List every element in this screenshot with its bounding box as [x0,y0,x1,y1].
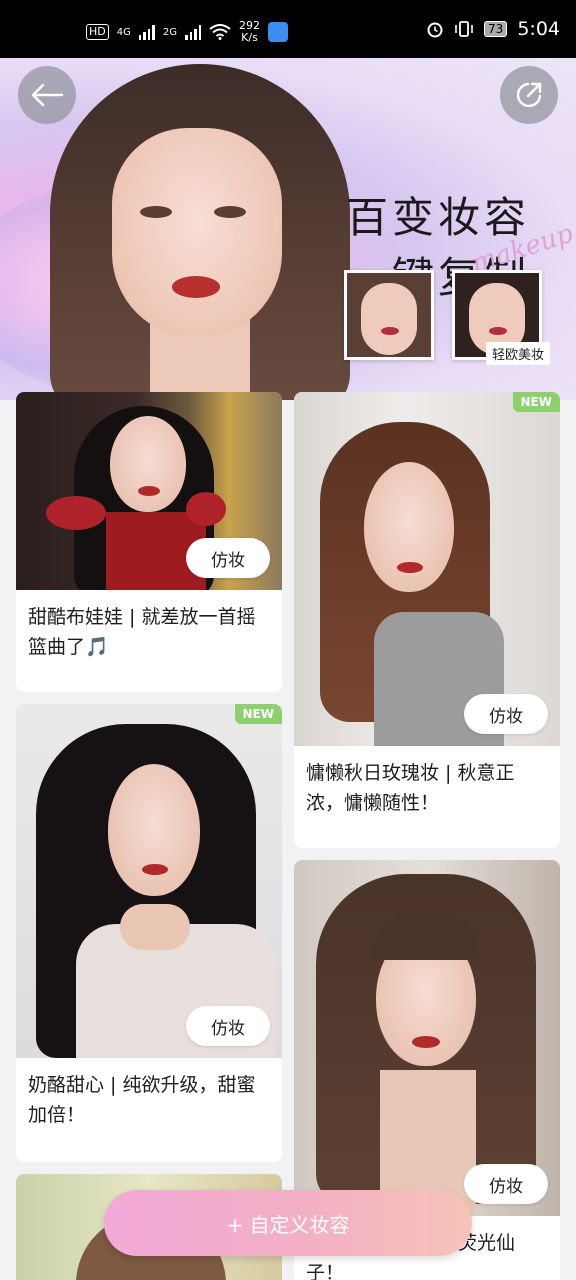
card-caption: 慵懒秋日玫瑰妆 | 秋意正浓，慵懒随性！ [306,762,515,814]
thumb1-face [361,283,417,355]
hero-style-tag: 轻欧美妆 [486,342,551,365]
back-button[interactable] [18,66,76,124]
hero-model-eye-left [140,206,172,218]
alarm-icon [427,22,443,38]
card4-bangs [372,916,480,960]
card-caption: 甜酷布娃娃 | 就差放一首摇篮曲了🎵 [28,606,256,658]
hero-thumbnail-1 [344,270,434,360]
thumb2-lips [489,327,507,335]
copy-makeup-button[interactable]: 仿妆 [464,1164,548,1204]
copy-makeup-button[interactable]: 仿妆 [186,1006,270,1046]
card3-face [108,764,200,896]
makeup-card[interactable]: NEW 仿妆 慵懒秋日玫瑰妆 | 秋意正浓，慵懒随性！ [294,392,560,848]
card-photo [294,392,560,746]
signal2-icon [185,24,201,40]
new-badge: NEW [234,704,282,724]
hd-indicator: HD [86,24,109,40]
thumb1-lips [381,327,399,335]
card-photo [16,704,282,1058]
hero-model-eye-right [214,206,246,218]
net1-label: 4G [116,26,131,38]
speed-unit: K/s [241,31,258,44]
card1-bow-left [46,496,106,530]
net-speed: 292 K/s [239,20,260,44]
card3-hands [120,904,190,950]
net2-label: 2G [162,26,177,38]
copy-makeup-button[interactable]: 仿妆 [464,694,548,734]
card4-lips [412,1036,440,1048]
signal1-icon [138,24,155,40]
wifi-icon [209,24,231,40]
vibrate-icon [455,21,473,37]
hero-model-face [112,128,282,338]
makeup-card[interactable]: 仿妆 甜酷布娃娃 | 就差放一首摇篮曲了🎵 [16,392,282,692]
card2-lips [397,562,423,573]
back-arrow-icon [31,83,64,107]
copy-makeup-button[interactable]: 仿妆 [186,538,270,578]
hero-model-lips [172,276,220,298]
card1-lips [138,486,160,496]
hero-banner: 百变妆容 一键复制 makeup 轻欧美妆 [0,58,576,400]
custom-makeup-button[interactable]: + 自定义妆容 [104,1190,472,1256]
battery-icon: 73 [484,21,508,37]
makeup-card[interactable]: NEW 仿妆 奶酪甜心 | 纯欲升级，甜蜜加倍！ [16,704,282,1162]
share-icon [516,82,542,108]
card1-face [110,416,186,512]
card4-neck [380,1070,476,1210]
status-bar: HD 4G 2G 292 K/s 73 5:04 [0,0,576,58]
clock: 5:04 [517,18,560,40]
card3-lips [142,864,168,875]
card1-bow-right [186,492,226,526]
app-notification-icon [268,22,288,42]
new-badge: NEW [512,392,560,412]
card-caption: 奶酪甜心 | 纯欲升级，甜蜜加倍！ [28,1074,256,1126]
card-photo [294,860,560,1216]
share-button[interactable] [500,66,558,124]
